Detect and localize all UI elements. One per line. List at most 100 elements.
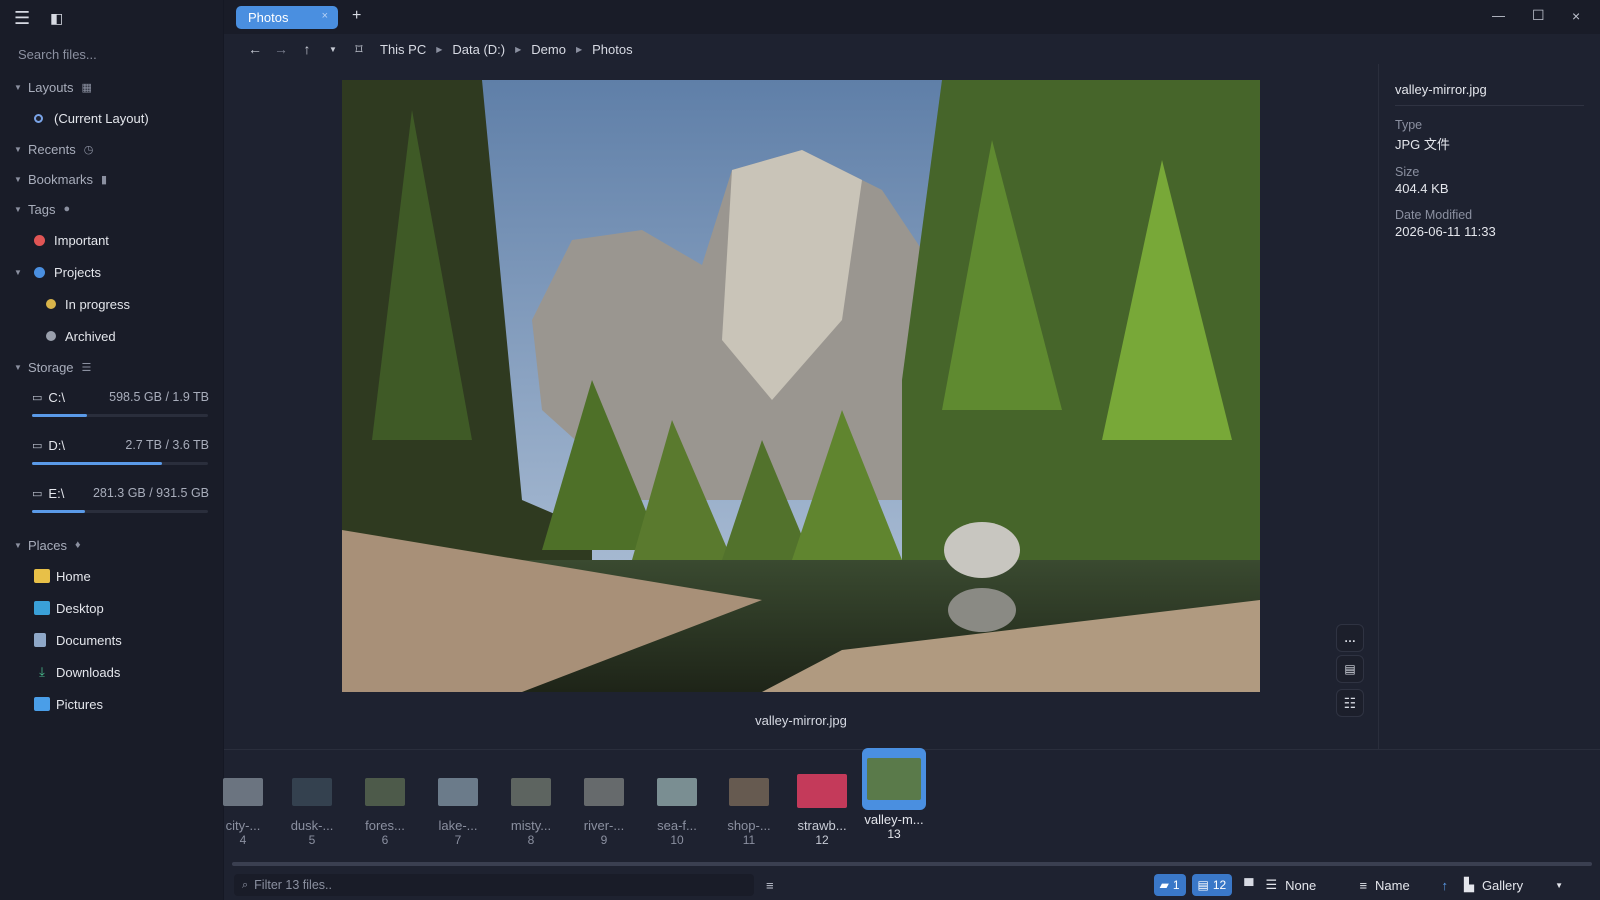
up-arrow-icon[interactable]: ↑ (294, 41, 320, 57)
sort-icon: ≡ (1359, 877, 1368, 893)
caret-down-icon: ▼ (14, 144, 22, 154)
date-modified-value: 2026-06-11 11:33 (1395, 224, 1496, 239)
thumbnail-image (797, 774, 847, 808)
thumbnail-number: 8 (527, 833, 535, 847)
tag-dot-icon (46, 299, 56, 309)
thumbnail-item[interactable]: fores... 6 (352, 762, 418, 847)
photo-preview[interactable] (342, 80, 1260, 692)
tag-projects[interactable]: ▼ Projects (0, 256, 223, 288)
adjustments-button[interactable]: ☷ (1336, 689, 1364, 717)
drive-name: E:\ (48, 485, 65, 501)
section-recents[interactable]: ▼ Recents ◷ (0, 134, 223, 164)
sliders-icon: ☷ (1336, 689, 1364, 717)
landscape-image (342, 80, 1260, 692)
file-name: valley-mirror.jpg (1395, 82, 1584, 106)
thumbnail-item-selected[interactable]: valley-m... 13 (861, 748, 927, 841)
folder-icon: ▰ (1159, 878, 1169, 892)
bookmark-icon[interactable]: ⌑ (346, 41, 372, 58)
toggle-sidebar-icon[interactable]: ◧ (50, 9, 63, 27)
place-desktop[interactable]: Desktop (0, 592, 223, 624)
section-storage[interactable]: ▼ Storage ☰ (0, 352, 223, 382)
tag-label: Projects (54, 264, 101, 280)
search-input[interactable] (18, 46, 208, 62)
drive-usage-fill (32, 414, 87, 417)
drive-size: 281.3 GB / 931.5 GB (92, 486, 209, 500)
thumbnail-item[interactable]: sea-f... 10 (644, 762, 710, 847)
drive-d[interactable]: ▭ D:\ 2.7 TB / 3.6 TB (0, 430, 223, 478)
place-pictures[interactable]: Pictures (0, 688, 223, 720)
status-controls: ▰ 1 ▤ 12 ▀ ☰ None ≡ Name ↑ ▙ Gallery ▼ (1153, 874, 1563, 896)
tab-photos[interactable]: Photos × (236, 6, 338, 29)
place-downloads[interactable]: ⤓ Downloads (0, 656, 223, 688)
group-by-dropdown[interactable]: ☰ None (1265, 877, 1353, 893)
section-bookmarks[interactable]: ▼ Bookmarks ▮ (0, 164, 223, 194)
section-layouts[interactable]: ▼ Layouts ▦ (0, 72, 223, 102)
section-title: Bookmarks (28, 171, 94, 187)
thumbnail-number: 6 (381, 833, 389, 847)
view-mode-dropdown[interactable]: ▙ Gallery ▼ (1464, 877, 1563, 893)
close-window-button[interactable]: × (1572, 8, 1580, 24)
thumbnail-number: 9 (600, 833, 608, 847)
drive-c[interactable]: ▭ C:\ 598.5 GB / 1.9 TB (0, 382, 223, 430)
filter-placeholder: Filter 13 files.. (254, 878, 332, 892)
caret-down-icon[interactable]: ▼ (14, 268, 28, 277)
thumbnail-number: 5 (308, 833, 316, 847)
thumbnail-item[interactable]: misty... 8 (498, 762, 564, 847)
file-icon: ▤ (1197, 878, 1209, 892)
thumbnail-image (223, 778, 263, 806)
group-icon[interactable]: ▀ (1244, 878, 1253, 893)
download-icon: ⤓ (39, 664, 45, 679)
thumbnail-item[interactable]: river-... 9 (571, 762, 637, 847)
thumbnail-number: 4 (239, 833, 247, 847)
thumbnail-selected-frame (862, 748, 926, 810)
tag-dot-icon (34, 234, 45, 246)
layout-item-current[interactable]: (Current Layout) (0, 102, 223, 134)
place-documents[interactable]: Documents (0, 624, 223, 656)
thumbnail-item[interactable]: dusk-... 5 (279, 762, 345, 847)
tab-close-icon[interactable]: × (322, 10, 328, 22)
tag-archived[interactable]: Archived (0, 320, 223, 352)
maximize-button[interactable]: ☐ (1532, 7, 1545, 24)
minimize-button[interactable]: — (1492, 8, 1505, 23)
drive-icon: ▭ (32, 487, 43, 500)
view-mode-value: Gallery (1481, 877, 1524, 893)
thumbnail-image (729, 778, 769, 806)
breadcrumb-item[interactable]: This PC (380, 42, 426, 57)
thumbnail-item[interactable]: lake-... 7 (425, 762, 491, 847)
thumbnail-item[interactable]: strawb... 12 (789, 762, 855, 847)
tag-in-progress[interactable]: In progress (0, 288, 223, 320)
thumbnail-item[interactable]: shop-... 11 (716, 762, 782, 847)
more-actions-button[interactable]: … (1336, 624, 1364, 652)
drive-e[interactable]: ▭ E:\ 281.3 GB / 931.5 GB (0, 478, 223, 526)
tag-important[interactable]: Important (0, 224, 223, 256)
chevron-right-icon: ▶ (575, 44, 583, 54)
sort-dropdown[interactable]: ≡ Name (1359, 878, 1435, 893)
back-arrow-icon[interactable]: ← (242, 41, 268, 57)
date-modified-label: Date Modified (1395, 208, 1473, 222)
breadcrumb-item[interactable]: Data (D:) (452, 42, 505, 57)
thumbnail-item[interactable]: city-... 4 (210, 762, 276, 847)
breadcrumb-item[interactable]: Demo (531, 42, 566, 57)
list-icon: ☰ (1265, 877, 1278, 892)
tag-label: Important (54, 232, 109, 248)
filter-options-icon[interactable]: ≡ (766, 878, 774, 893)
sidebar: ☰ ◧ ▼ Layouts ▦ (Current Layout) ▼ Recen… (0, 0, 224, 900)
menu-icon[interactable]: ☰ (14, 9, 30, 27)
place-home[interactable]: Home (0, 560, 223, 592)
thumbnail-name: city-... (225, 818, 261, 833)
files-count-badge[interactable]: ▤ 12 (1191, 874, 1233, 896)
section-title: Layouts (28, 79, 74, 95)
new-tab-button[interactable]: + (352, 7, 361, 25)
place-label: Documents (56, 632, 122, 648)
history-dropdown-icon[interactable]: ▼ (320, 45, 346, 54)
section-places[interactable]: ▼ Places ♦ (0, 530, 223, 560)
section-tags[interactable]: ▼ Tags ● (0, 194, 223, 224)
details-toggle-button[interactable]: ▤ (1336, 655, 1364, 683)
filter-input[interactable]: ⌕ Filter 13 files.. (234, 874, 754, 896)
folders-count-badge[interactable]: ▰ 1 (1153, 874, 1186, 896)
breadcrumb-item[interactable]: Photos (592, 42, 632, 57)
thumbnail-scrollbar[interactable] (232, 862, 1592, 866)
forward-arrow-icon[interactable]: → (268, 41, 294, 57)
size-label: Size (1395, 165, 1420, 179)
sort-direction-button[interactable]: ↑ (1441, 878, 1448, 893)
